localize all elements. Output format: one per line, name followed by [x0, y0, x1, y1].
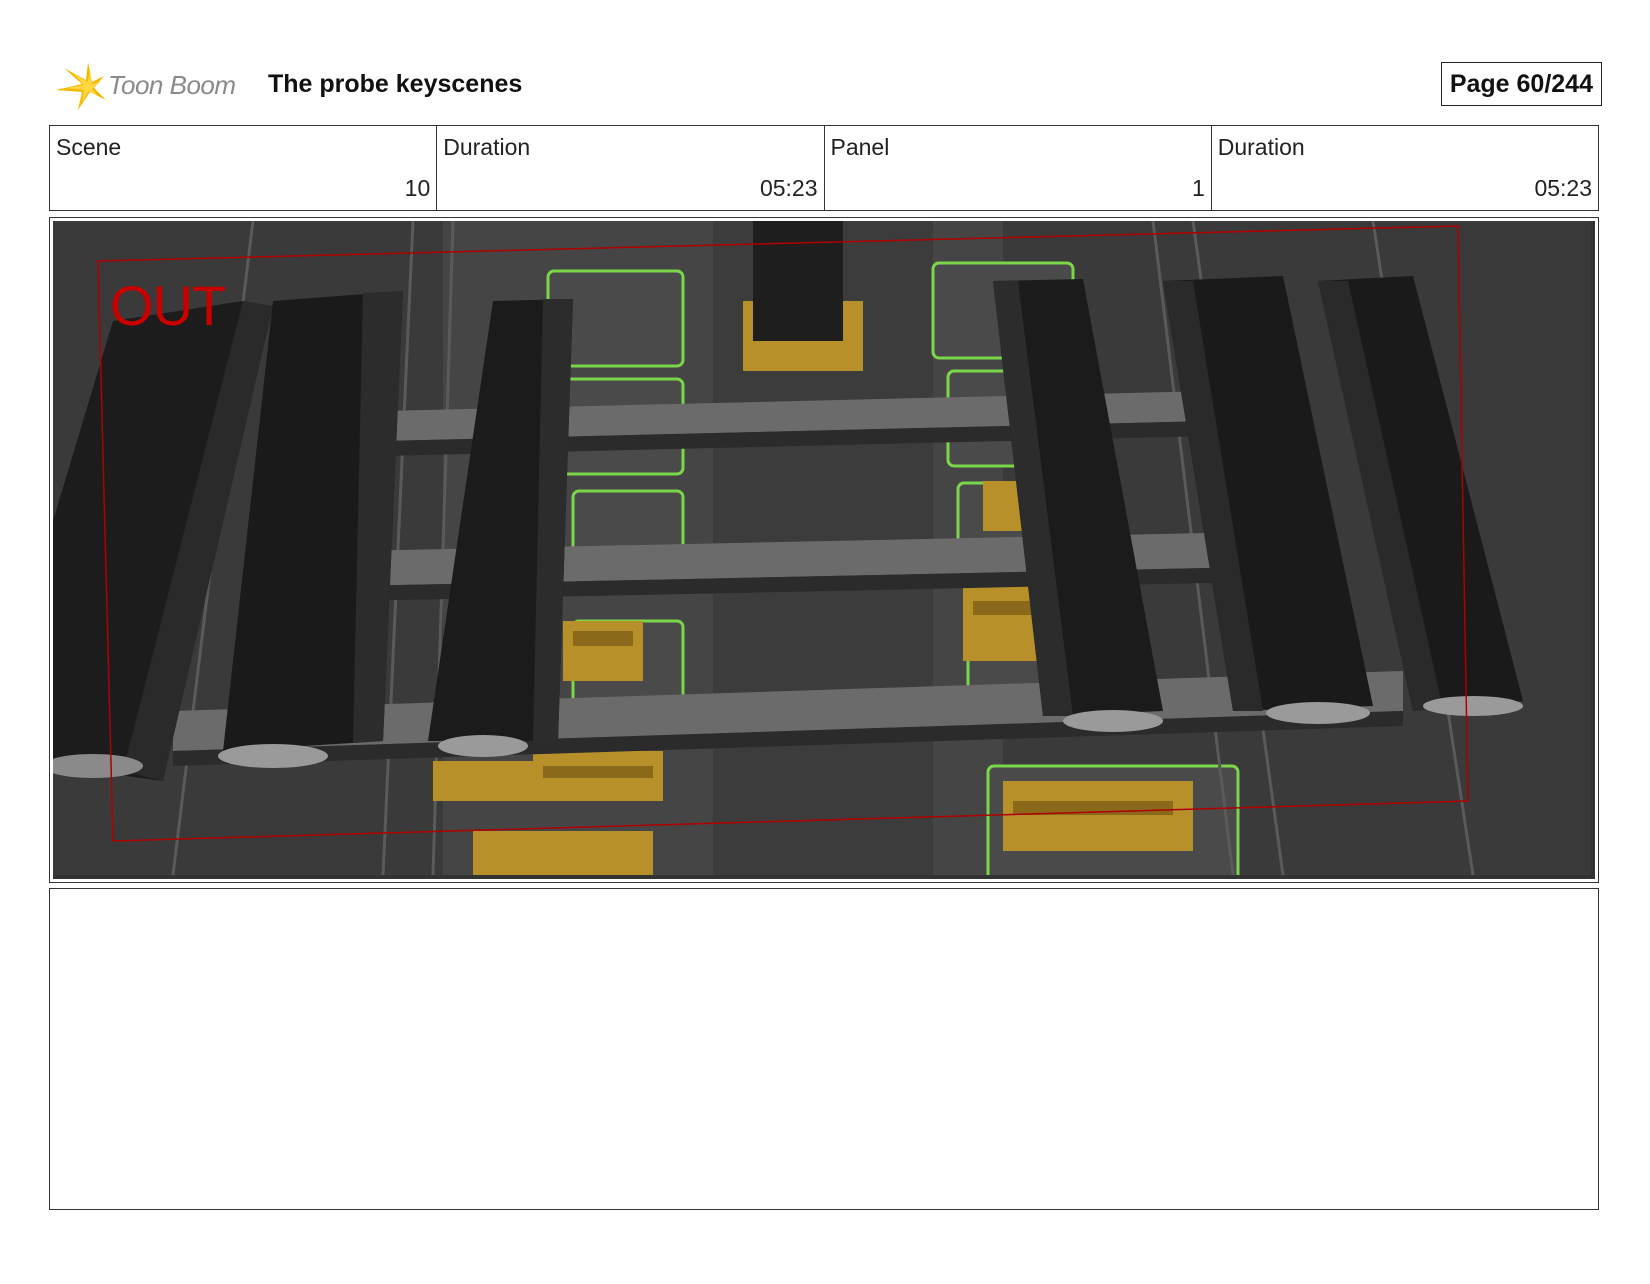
logo-text: Toon Boom	[108, 70, 236, 100]
scene-label: Scene	[56, 134, 122, 160]
panel-duration-label: Duration	[1217, 134, 1305, 160]
out-overlay-text: OUT	[110, 274, 226, 337]
scene-duration-cell: Duration 05:23	[437, 126, 825, 210]
scene-render	[53, 221, 1591, 875]
panel-cell: Panel 1	[825, 126, 1212, 210]
scene-value: 10	[404, 175, 431, 201]
panel-notes-box	[49, 888, 1599, 1210]
page-indicator: Page 60/244	[1440, 62, 1602, 106]
panel-duration-cell: Duration 05:23	[1212, 126, 1598, 210]
scene-duration-value: 05:23	[759, 175, 818, 201]
scene-duration-label: Duration	[443, 134, 531, 160]
scene-info-table: Scene 10 Duration 05:23 Panel 1 Duration…	[49, 125, 1599, 211]
toon-boom-logo: Toon Boom	[52, 60, 252, 112]
page-header: Toon Boom The probe keyscenes Page 60/24…	[52, 58, 1602, 112]
panel-duration-value: 05:23	[1534, 175, 1592, 201]
panel-value: 1	[1191, 175, 1205, 201]
storyboard-panel-image: OUT	[53, 221, 1595, 879]
scene-cell: Scene 10	[50, 126, 438, 210]
starburst-icon	[56, 62, 106, 110]
panel-label: Panel	[830, 134, 890, 160]
document-title: The probe keyscenes	[268, 70, 523, 98]
storyboard-panel-frame: OUT	[49, 217, 1599, 883]
